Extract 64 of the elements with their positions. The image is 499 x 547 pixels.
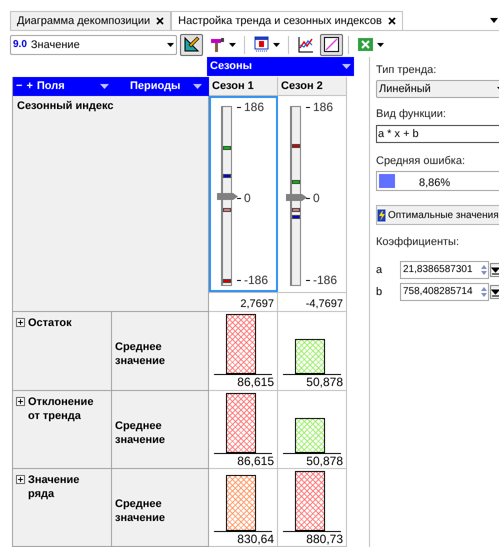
field-label: Коэффициенты: [376,235,460,250]
coefficient-name: a [376,262,384,278]
field-label: Тип тренда: [376,62,438,78]
toolbar-button[interactable] [180,34,203,56]
expand-toggle[interactable]: + [26,78,33,95]
gauge-cell[interactable]: 186 0 -186 [209,96,278,292]
gauge-thumb[interactable] [286,193,308,202]
ruler-pencil-icon [183,36,200,54]
periods-header[interactable]: Периоды [112,77,209,96]
row-header: Отклонение от тренда [28,395,94,423]
dropdown-button-icon[interactable] [490,284,499,299]
measure-label: Среднее значение [115,496,166,524]
expand-icon[interactable] [16,397,25,406]
measure-label: Среднее значение [115,418,166,446]
fields-header[interactable]: − + Поля [13,77,112,96]
coefficient-name: b [376,284,384,300]
measure-label: Среднее значение [115,340,166,368]
scale-label: -186 [306,271,338,289]
hammer-icon [209,36,226,54]
coefficient-spinner[interactable]: 758,408285714 [400,282,489,301]
row-header: Сезонный индекс [13,96,209,312]
value-cell: 2,7697 [209,292,278,312]
value-label: 86,615 [236,375,275,389]
row-header: Остаток [28,316,72,330]
close-icon[interactable] [388,17,396,25]
close-icon[interactable] [156,17,164,25]
row-header: Значение ряда [28,473,80,501]
progress-text: 8,86% [419,176,450,192]
field-label: Средняя ошибка: [376,154,466,169]
diagonal-line-icon [323,36,340,54]
value-combo[interactable]: 9.0 Значение [10,34,177,55]
scale-label: 186 [306,98,334,116]
gauge-thumb[interactable] [217,192,239,200]
spreadsheet-icon [357,36,374,54]
value-label: 50,878 [305,375,344,389]
tab[interactable]: Настройка тренда и сезонных индексов [171,11,403,30]
coefficient-spinner[interactable]: 21,8386587301 [400,260,489,279]
trend-type-dropdown[interactable]: Линейный [376,80,499,98]
scale-label: 0 [237,189,251,207]
column-header: Сезон 1 [209,77,278,96]
function-field[interactable]: a * x + b [376,124,499,143]
scale-label: 186 [237,98,264,116]
scale-label: 0 [306,189,320,207]
expand-icon[interactable] [16,475,25,484]
column-header: Сезон 2 [278,77,347,96]
lightning-icon [377,208,386,222]
value-label: 880,73 [305,532,344,546]
value-cell: -4,7697 [278,292,347,312]
line-chart-icon [297,36,314,54]
toolbar-button[interactable] [320,34,343,56]
optimal-values-button[interactable]: Оптимальные значения [376,205,499,226]
field-label: Вид функции: [376,107,447,122]
tab[interactable]: Диаграмма декомпозиции [10,11,172,30]
value-label: 50,878 [305,454,344,468]
collapse-toggle[interactable]: − [16,78,22,95]
type-label: 9.0 [13,38,27,52]
calendar-icon [253,36,270,54]
expand-icon[interactable] [16,318,25,327]
column-dimension-header[interactable]: Сезоны [207,56,354,76]
dropdown-button-icon[interactable] [490,262,499,277]
scale-label: -186 [237,271,268,289]
value-label: 86,615 [236,454,275,468]
value-label: 830,64 [236,532,275,546]
dropdown-arrow-icon[interactable] [490,18,498,23]
